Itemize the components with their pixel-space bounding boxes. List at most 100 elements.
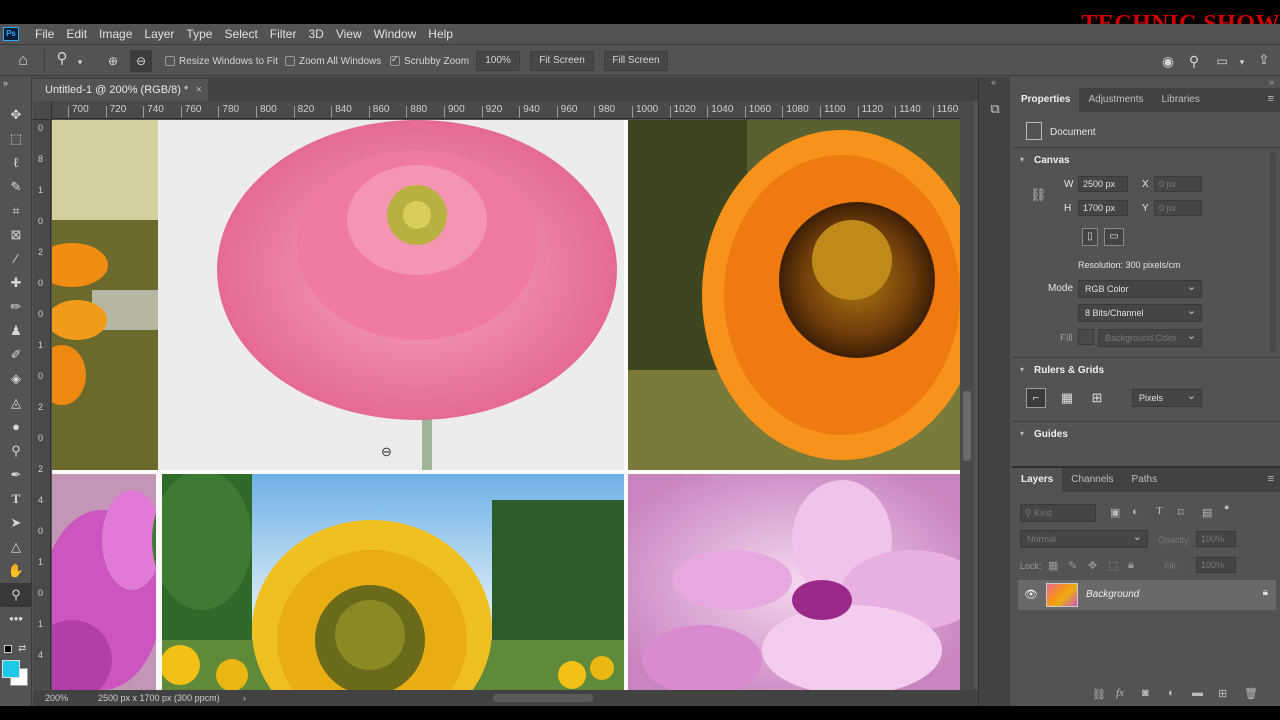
document-canvas[interactable]: ⊖ — [52, 120, 960, 690]
filter-toggle-icon[interactable]: ● — [1224, 502, 1229, 512]
path-selection-tool-icon[interactable]: ➤ — [0, 511, 32, 535]
swap-colors-icon[interactable]: ⇄ — [18, 643, 26, 654]
type-filter-icon[interactable]: T — [1156, 505, 1163, 517]
tab-paths[interactable]: Paths — [1123, 468, 1167, 492]
status-zoom[interactable]: 200% — [45, 690, 68, 706]
share-icon[interactable]: ⇪ — [1256, 52, 1272, 68]
dodge-tool-icon[interactable]: ⚲ — [0, 439, 32, 463]
zoom-out-icon[interactable]: ⊖ — [130, 50, 152, 72]
shape-tool-icon[interactable]: △ — [0, 535, 32, 559]
opacity-field[interactable]: 100% — [1196, 531, 1236, 547]
menu-view[interactable]: View — [330, 24, 368, 44]
eraser-tool-icon[interactable]: ◈ — [0, 367, 32, 391]
properties-scrollbar[interactable] — [1270, 152, 1276, 352]
menu-type[interactable]: Type — [180, 24, 218, 44]
pixel-grid-icon[interactable]: ⊞ — [1088, 388, 1106, 408]
menu-window[interactable]: Window — [368, 24, 423, 44]
history-panel-icon[interactable]: ⧉ — [985, 99, 1005, 119]
ruler-origin[interactable] — [33, 101, 52, 120]
shape-filter-icon[interactable]: ⌑ — [1178, 506, 1184, 519]
panel-menu-icon[interactable]: ≡ — [1268, 93, 1274, 105]
menu-file[interactable]: File — [29, 24, 60, 44]
new-layer-icon[interactable]: ⊞ — [1218, 687, 1227, 700]
foreground-color-swatch[interactable] — [2, 660, 20, 678]
layer-kind-filter[interactable]: ⚲ Kind — [1020, 504, 1096, 522]
quick-select-tool-icon[interactable]: ✎ — [0, 175, 32, 199]
pixel-filter-icon[interactable]: ▣ — [1110, 506, 1120, 519]
add-mask-icon[interactable]: ◙ — [1142, 687, 1149, 699]
lock-all-icon[interactable]: 🔒︎ — [1128, 559, 1134, 572]
scrubby-zoom-option[interactable]: Scrubby Zoom — [390, 45, 469, 77]
menu-3d[interactable]: 3D — [302, 24, 329, 44]
close-tab-icon[interactable]: × — [196, 79, 202, 101]
group-folder-icon[interactable]: ▬ — [1192, 687, 1203, 699]
cloud-user-icon[interactable]: ◉ — [1160, 53, 1176, 69]
menu-filter[interactable]: Filter — [264, 24, 303, 44]
vertical-ruler[interactable]: 0 8 1 0 2 0 0 1 0 2 0 2 4 0 1 0 1 4 — [33, 119, 51, 689]
brush-tool-icon[interactable]: ✏ — [0, 295, 32, 319]
paint-bucket-tool-icon[interactable]: ◬ — [0, 391, 32, 415]
fill-screen-button[interactable]: Fill Screen — [604, 51, 668, 71]
menu-select[interactable]: Select — [218, 24, 263, 44]
resize-windows-option[interactable]: Resize Windows to Fit — [165, 45, 278, 77]
pen-tool-icon[interactable]: ✒ — [0, 463, 32, 487]
frame-tool-icon[interactable]: ⊠ — [0, 223, 32, 247]
blend-mode-dropdown[interactable]: Normal — [1020, 529, 1148, 548]
status-arrow-icon[interactable]: › — [243, 690, 246, 706]
expand-arrows-icon[interactable]: » — [1012, 77, 1280, 87]
layer-row-background[interactable]: 👁︎ Background 🔒︎ — [1018, 580, 1276, 610]
lasso-tool-icon[interactable]: ℓ — [0, 151, 32, 175]
layer-name[interactable]: Background — [1086, 589, 1139, 600]
menu-image[interactable]: Image — [93, 24, 138, 44]
grid-icon[interactable]: ▦ — [1058, 388, 1076, 408]
menu-layer[interactable]: Layer — [138, 24, 180, 44]
tab-libraries[interactable]: Libraries — [1153, 88, 1209, 112]
adjustment-filter-icon[interactable]: ◐ — [1132, 506, 1139, 518]
type-tool-icon[interactable]: T — [0, 487, 32, 511]
zoom-all-checkbox[interactable] — [285, 56, 295, 66]
menu-edit[interactable]: Edit — [60, 24, 93, 44]
smart-object-filter-icon[interactable]: ▤ — [1202, 506, 1212, 519]
chevron-down-icon[interactable]: ▾ — [74, 54, 86, 70]
tab-properties[interactable]: Properties — [1012, 88, 1080, 112]
fill-field[interactable]: 100% — [1196, 557, 1236, 573]
mode-dropdown[interactable]: RGB Color — [1078, 279, 1202, 298]
search-icon[interactable]: ⚲ — [1186, 53, 1202, 69]
portrait-orientation-icon[interactable]: ▯ — [1082, 228, 1098, 246]
blur-tool-icon[interactable]: ● — [0, 415, 32, 439]
eye-visibility-icon[interactable]: 👁︎ — [1024, 588, 1038, 601]
fx-icon[interactable]: fx — [1116, 687, 1124, 699]
layer-lock-icon[interactable]: 🔒︎ — [1263, 587, 1268, 598]
more-tools-icon[interactable]: ••• — [0, 607, 32, 631]
history-brush-tool-icon[interactable]: ✐ — [0, 343, 32, 367]
lock-transparent-icon[interactable]: ▦ — [1048, 559, 1058, 572]
ruler-units-dropdown[interactable]: Pixels — [1132, 388, 1202, 407]
document-tab[interactable]: Untitled-1 @ 200% (RGB/8) * × — [33, 79, 208, 101]
healing-brush-tool-icon[interactable]: ✚ — [0, 271, 32, 295]
chevron-down-icon[interactable]: ▾ — [1020, 365, 1024, 374]
landscape-orientation-icon[interactable]: ▭ — [1104, 228, 1124, 246]
marquee-tool-icon[interactable]: ⬚ — [0, 127, 32, 151]
vertical-scrollbar[interactable] — [960, 101, 974, 690]
default-colors-icon[interactable] — [4, 645, 12, 653]
lock-pixels-icon[interactable]: ✎ — [1068, 559, 1077, 572]
fill-dropdown[interactable]: Background Color — [1098, 328, 1202, 347]
zoom-percent-field[interactable]: 100% — [476, 51, 520, 71]
height-field[interactable]: 1700 px — [1078, 200, 1128, 216]
horizontal-scroll-thumb[interactable] — [493, 694, 593, 702]
collapse-arrows-icon[interactable]: » — [0, 77, 32, 89]
x-field[interactable]: 0 px — [1154, 176, 1202, 192]
collapse-arrows-icon[interactable]: « — [991, 77, 996, 87]
home-icon[interactable]: ⌂ — [12, 53, 34, 69]
adjustment-layer-icon[interactable]: ◐ — [1168, 687, 1175, 699]
workspace-icon[interactable]: ▭ — [1214, 53, 1230, 69]
lock-artboard-icon[interactable]: ⬚ — [1108, 559, 1118, 572]
delete-layer-icon[interactable]: 🗑︎ — [1244, 687, 1258, 700]
lock-position-icon[interactable]: ✥ — [1088, 559, 1097, 572]
hand-tool-icon[interactable]: ✋ — [0, 559, 32, 583]
link-icon[interactable]: ⛓ — [1030, 187, 1047, 203]
zoom-tool-icon[interactable]: ⚲ — [0, 583, 32, 607]
zoom-tool-icon[interactable]: ⚲ — [52, 51, 72, 67]
resize-windows-checkbox[interactable] — [165, 56, 175, 66]
zoom-all-option[interactable]: Zoom All Windows — [285, 45, 381, 77]
